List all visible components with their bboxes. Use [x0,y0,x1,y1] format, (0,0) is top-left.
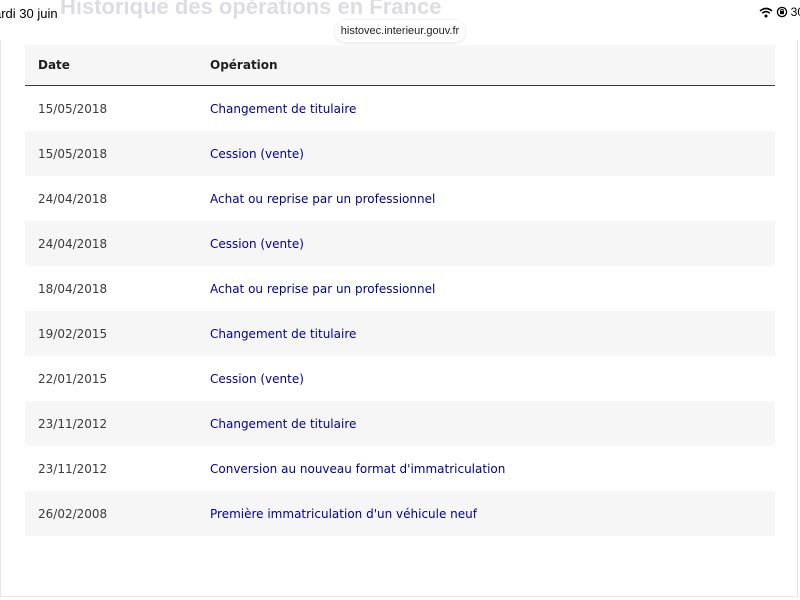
row-operation-link[interactable]: Changement de titulaire [210,417,356,431]
battery-percentage: 30 [790,5,800,19]
table-row: 22/01/2015 Cession (vente) [25,356,775,401]
url-text: histovec.interieur.gouv.fr [340,25,460,37]
table-row: 26/02/2008 Première immatriculation d'un… [25,491,775,536]
wifi-icon [759,7,773,17]
status-icons: 30 [759,5,800,19]
row-operation-link[interactable]: Achat ou reprise par un professionnel [210,282,435,296]
row-operation-link[interactable]: Conversion au nouveau format d'immatricu… [210,462,505,476]
table-row: 23/11/2012 Conversion au nouveau format … [25,446,775,491]
row-date: 26/02/2008 [38,506,108,521]
row-date: 24/04/2018 [38,191,108,206]
page-heading: Historique des opérations en France [60,0,442,19]
orientation-lock-icon [776,6,787,18]
table-body: 15/05/2018 Changement de titulaire 15/05… [25,86,775,536]
table-row: 15/05/2018 Cession (vente) [25,131,775,176]
row-operation-link[interactable]: Cession (vente) [210,372,304,386]
row-date: 22/01/2015 [38,371,108,386]
row-date: 24/04/2018 [38,236,108,251]
row-date: 23/11/2012 [38,416,108,431]
table-row: 18/04/2018 Achat ou reprise par un profe… [25,266,775,311]
row-date: 18/04/2018 [38,281,108,296]
row-operation-link[interactable]: Première immatriculation d'un véhicule n… [210,507,477,521]
operations-table: Date Opération 15/05/2018 Changement de … [25,45,775,536]
row-date: 19/02/2015 [38,326,108,341]
row-operation-link[interactable]: Changement de titulaire [210,102,356,116]
url-bar[interactable]: histovec.interieur.gouv.fr [335,20,465,42]
table-row: 19/02/2015 Changement de titulaire [25,311,775,356]
row-operation-link[interactable]: Achat ou reprise par un professionnel [210,192,435,206]
table-header: Date Opération [25,45,775,86]
row-date: 15/05/2018 [38,101,108,116]
table-row: 23/11/2012 Changement de titulaire [25,401,775,446]
row-operation-link[interactable]: Changement de titulaire [210,327,356,341]
row-operation-link[interactable]: Cession (vente) [210,237,304,251]
row-date: 15/05/2018 [38,146,108,161]
table-row: 24/04/2018 Cession (vente) [25,221,775,266]
column-header-operation: Opération [210,58,278,72]
status-time: ardi 30 juin [0,6,58,21]
table-row: 15/05/2018 Changement de titulaire [25,86,775,131]
column-header-date: Date [38,58,70,72]
row-date: 23/11/2012 [38,461,108,476]
row-operation-link[interactable]: Cession (vente) [210,147,304,161]
table-row: 24/04/2018 Achat ou reprise par un profe… [25,176,775,221]
